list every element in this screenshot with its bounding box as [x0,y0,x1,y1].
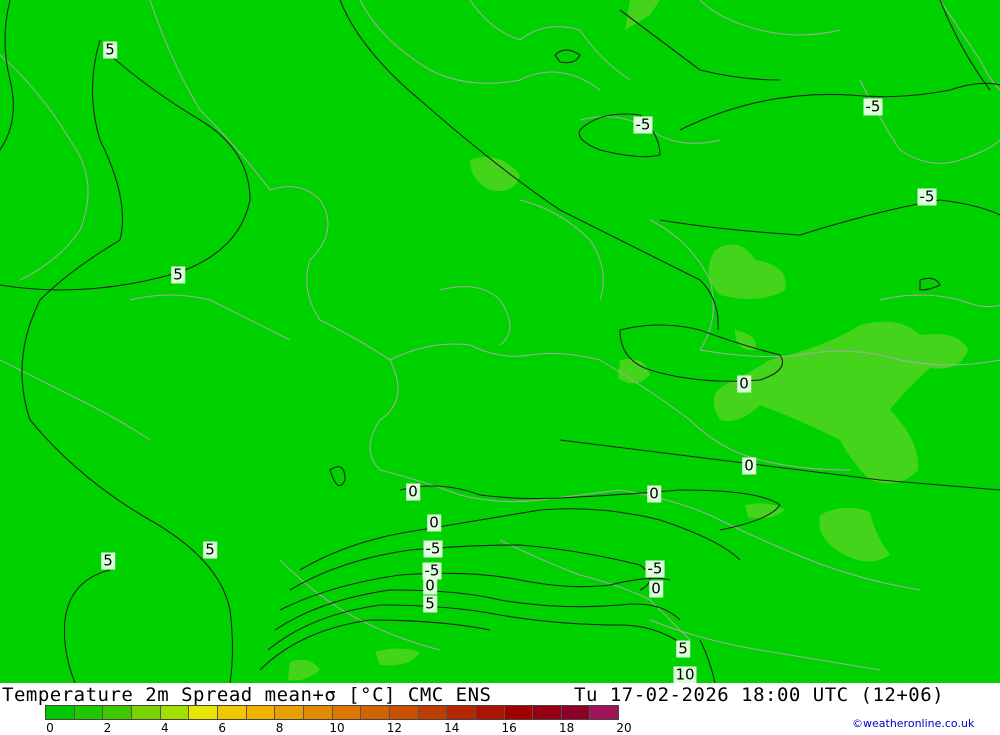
contour-label: 5 [676,639,690,658]
legend-swatch [131,706,161,719]
credit-link[interactable]: ©weatheronline.co.uk [852,717,974,730]
contour-label: -5 [645,559,665,578]
contour-label: 0 [737,374,751,393]
contour-label: 5 [203,540,217,559]
contour-label: -5 [917,187,937,206]
contour-label: 5 [103,40,117,59]
legend-swatch [246,706,276,719]
contour-label: 0 [427,513,441,532]
legend-swatch [46,706,75,719]
contour-label: 0 [647,484,661,503]
legend-swatch [74,706,104,719]
legend-swatch [361,706,390,719]
contour-label: 0 [742,456,756,475]
map-title: Temperature 2m Spread mean+σ [°C] CMC EN… [2,684,492,706]
legend-swatch [275,706,304,719]
legend-swatch [590,706,619,719]
legend-swatch [217,706,247,719]
contour-label: 5 [101,551,115,570]
contour-label: 10 [673,665,697,684]
spread-map [0,0,1000,683]
legend-swatch [475,706,505,719]
legend-swatch [189,706,218,719]
legend-swatch [561,706,591,719]
contour-label: 5 [171,265,185,284]
legend-swatch [103,706,132,719]
contour-label: -5 [863,97,883,116]
legend-swatch [504,706,534,719]
contour-label: 0 [423,576,437,595]
valid-time: Tu 17-02-2026 18:00 UTC (12+06) [574,684,945,706]
contour-label: 5 [423,594,437,613]
legend-swatch [389,706,419,719]
legend-swatch [418,706,448,719]
color-legend [45,705,619,720]
contour-label: 0 [649,579,663,598]
legend-swatch [533,706,562,719]
legend-swatch [447,706,476,719]
contour-label: 0 [406,482,420,501]
contour-label: -5 [633,115,653,134]
legend-swatch [303,706,333,719]
contour-label: -5 [423,539,443,558]
legend-swatch [332,706,362,719]
legend-swatch [160,706,190,719]
